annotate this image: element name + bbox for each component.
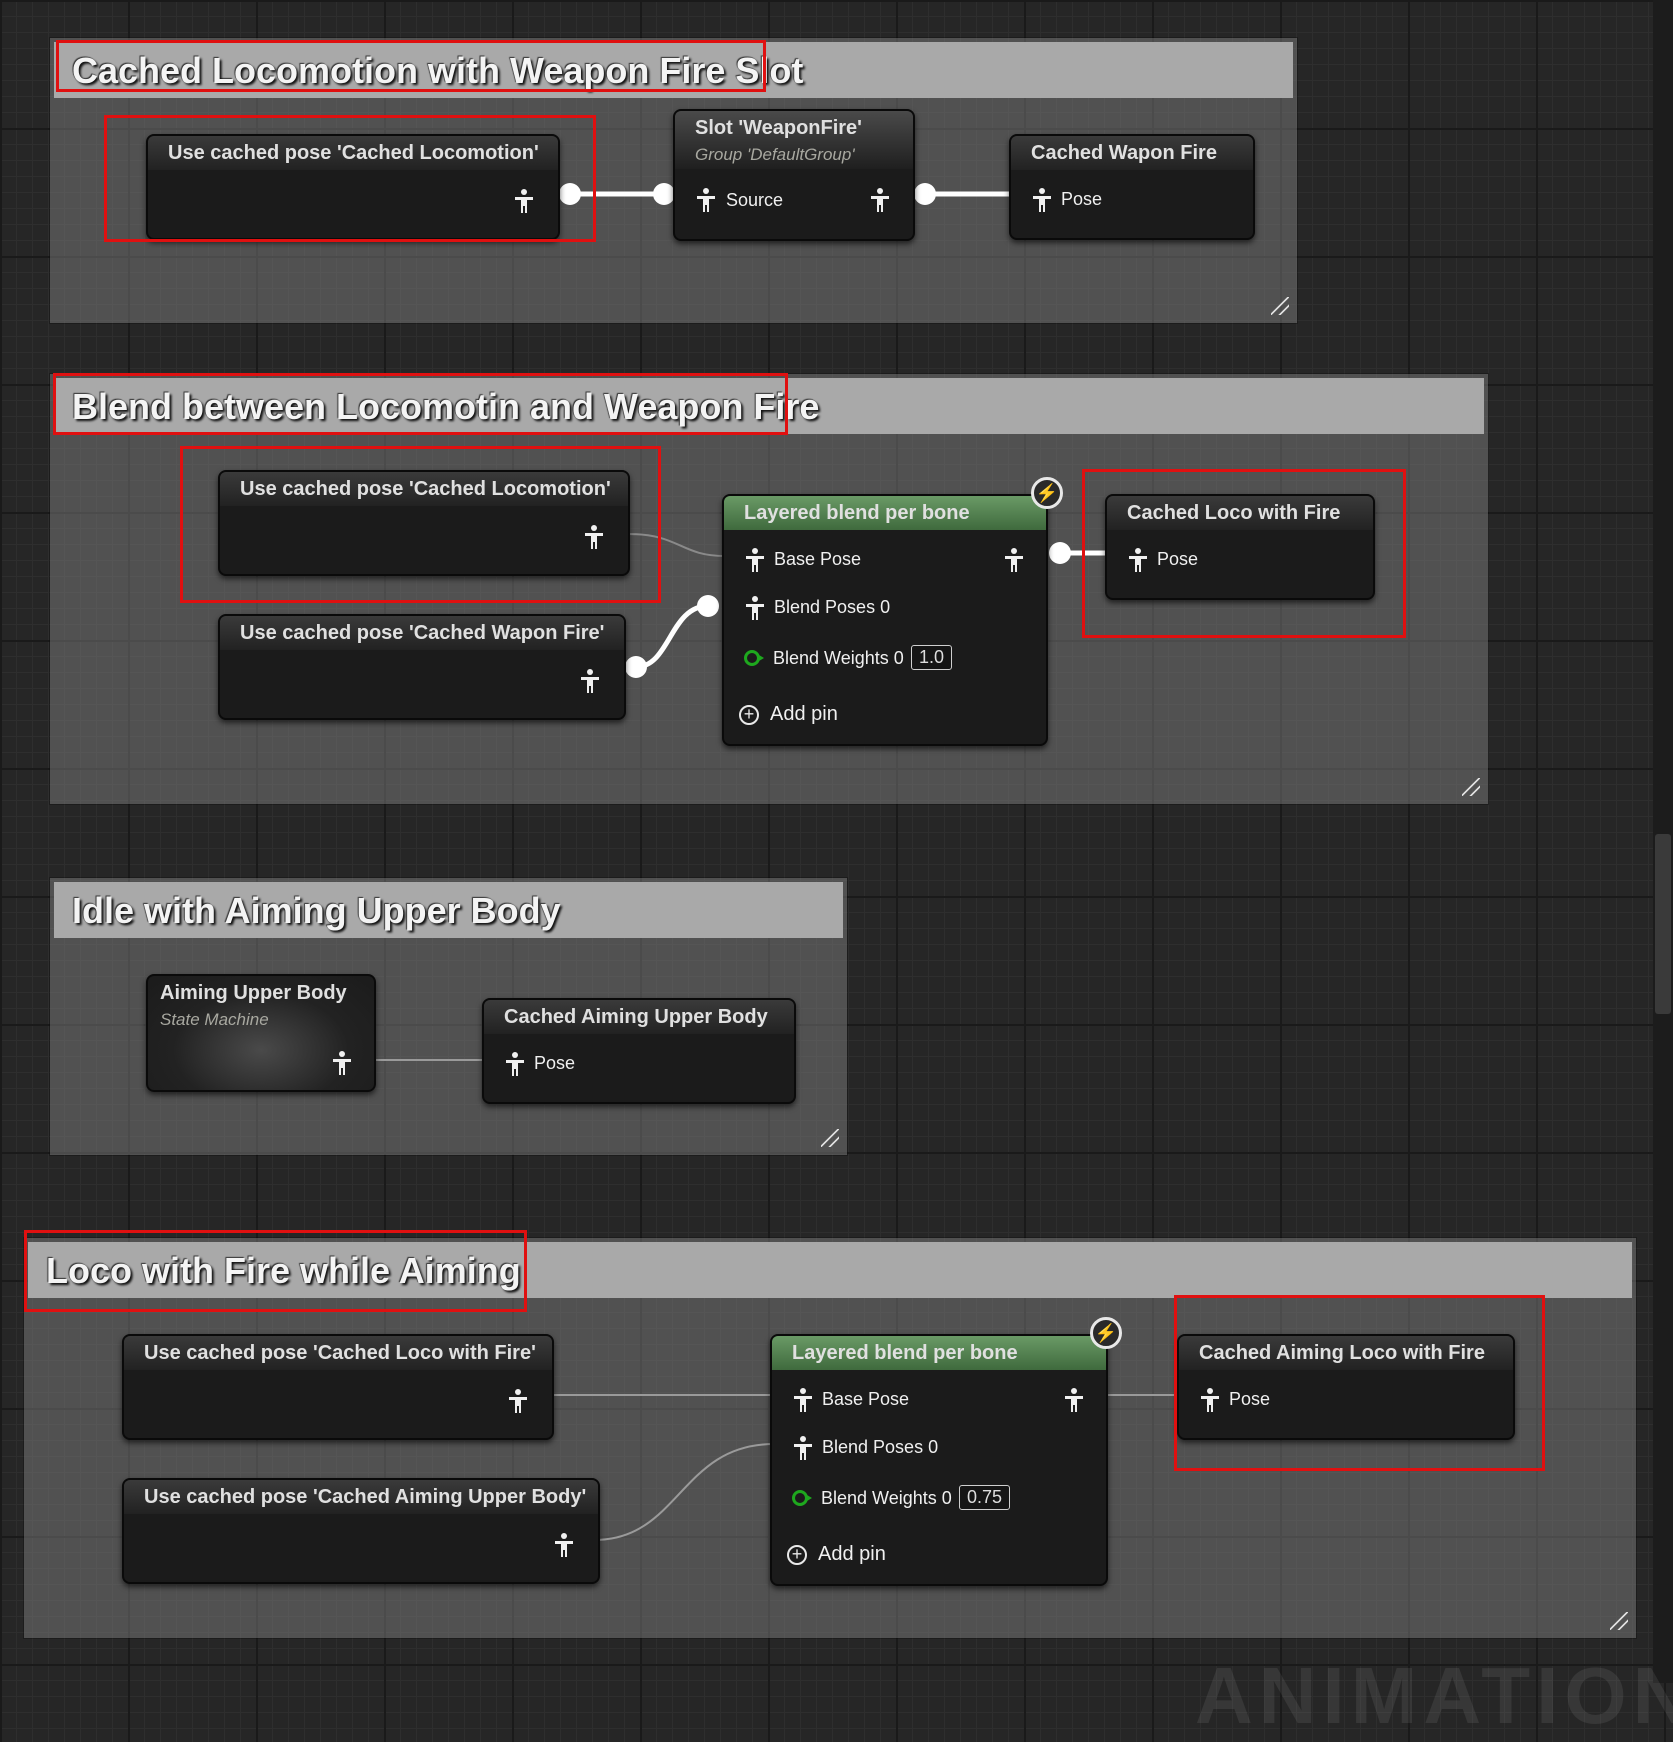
pin-label-base-pose: Base Pose	[774, 549, 862, 569]
node-use-cached-pose-aiming-upper-body[interactable]: Use cached pose 'Cached Aiming Upper Bod…	[122, 1478, 600, 1584]
pin-label-blend-poses: Blend Poses 0	[822, 1437, 939, 1457]
node-title: Slot 'WeaponFire'	[695, 117, 862, 139]
add-pin-icon[interactable]: +	[787, 1545, 807, 1565]
node-cached-aiming-upper-body[interactable]: Cached Aiming Upper Body Pose	[482, 998, 796, 1104]
highlight-comment-title	[56, 40, 766, 92]
node-header[interactable]: Cached Wapon Fire	[1011, 136, 1253, 170]
resize-handle[interactable]	[1271, 297, 1289, 315]
node-slot-weaponfire[interactable]: Slot 'WeaponFire' Group 'DefaultGroup' S…	[673, 109, 915, 241]
pose-input-pin-icon[interactable]	[695, 187, 717, 213]
highlight-comment-title	[24, 1230, 527, 1312]
pose-input-pin-icon[interactable]	[792, 1435, 814, 1461]
highlight-cached-loco-with-fire	[1082, 469, 1406, 638]
node-header[interactable]: Use cached pose 'Cached Loco with Fire'	[124, 1336, 552, 1370]
node-cached-wapon-fire[interactable]: Cached Wapon Fire Pose	[1009, 134, 1255, 240]
pin-label-source: Source	[726, 190, 784, 210]
node-aiming-upper-body-state-machine[interactable]: Aiming Upper Body State Machine	[146, 974, 376, 1092]
pose-output-pin-icon[interactable]	[331, 1050, 353, 1076]
node-title: Use cached pose 'Cached Loco with Fire'	[144, 1342, 536, 1364]
pose-output-pin-icon[interactable]	[1003, 547, 1025, 573]
comment-title: Idle with Aiming Upper Body	[72, 890, 561, 931]
node-header[interactable]: Cached Aiming Upper Body	[484, 1000, 794, 1034]
add-pin-label[interactable]: Add pin	[770, 703, 838, 726]
node-title: Cached Wapon Fire	[1031, 142, 1217, 164]
pose-input-pin-icon[interactable]	[744, 595, 766, 621]
pose-output-pin-icon[interactable]	[507, 1388, 529, 1414]
pose-output-pin-icon[interactable]	[579, 668, 601, 694]
pin-label-blend-weights: Blend Weights 0	[821, 1488, 952, 1508]
float-input-pin-icon[interactable]	[792, 1490, 812, 1506]
node-header[interactable]: Slot 'WeaponFire' Group 'DefaultGroup'	[675, 111, 913, 169]
fast-path-lightning-icon: ⚡	[1031, 477, 1063, 509]
node-use-cached-pose-loco-with-fire[interactable]: Use cached pose 'Cached Loco with Fire'	[122, 1334, 554, 1440]
resize-handle[interactable]	[821, 1129, 839, 1147]
pin-label-base-pose: Base Pose	[822, 1389, 910, 1409]
scrollbar-thumb[interactable]	[1655, 834, 1671, 1014]
pose-input-pin-icon[interactable]	[792, 1387, 814, 1413]
highlight-comment-title	[53, 373, 788, 435]
float-input-pin-icon[interactable]	[744, 650, 764, 666]
node-title: Cached Aiming Upper Body	[504, 1006, 768, 1028]
node-header[interactable]: Use cached pose 'Cached Aiming Upper Bod…	[124, 1480, 598, 1514]
node-title: Aiming Upper Body	[160, 982, 347, 1004]
add-pin-label[interactable]: Add pin	[818, 1543, 886, 1566]
node-subtitle: State Machine	[160, 1010, 269, 1029]
node-title: Use cached pose 'Cached Wapon Fire'	[240, 622, 605, 644]
node-layered-blend-per-bone[interactable]: Layered blend per bone Base Pose Blend P…	[722, 494, 1048, 746]
pin-label-pose: Pose	[534, 1053, 576, 1073]
node-header[interactable]: Use cached pose 'Cached Wapon Fire'	[220, 616, 624, 650]
resize-handle[interactable]	[1610, 1612, 1628, 1630]
node-subtitle: Group 'DefaultGroup'	[695, 145, 855, 164]
node-title: Use cached pose 'Cached Aiming Upper Bod…	[144, 1486, 587, 1508]
pose-output-pin-icon[interactable]	[869, 187, 891, 213]
node-header[interactable]: Layered blend per bone	[772, 1336, 1106, 1370]
blend-weight-input[interactable]: 1.0	[911, 645, 953, 670]
highlight-use-cached-locomotion	[180, 446, 661, 603]
node-header[interactable]: Layered blend per bone	[724, 496, 1046, 530]
fast-path-lightning-icon: ⚡	[1090, 1317, 1122, 1349]
pin-label-blend-poses: Blend Poses 0	[774, 597, 891, 617]
node-title: Layered blend per bone	[792, 1342, 1018, 1364]
highlight-cached-aiming-loco-with-fire	[1174, 1295, 1545, 1471]
pose-output-pin-icon[interactable]	[1063, 1387, 1085, 1413]
graph-watermark: ANIMATION	[1195, 1651, 1673, 1740]
node-layered-blend-per-bone[interactable]: Layered blend per bone Base Pose Blend P…	[770, 1334, 1108, 1586]
comment-header[interactable]: Idle with Aiming Upper Body	[54, 882, 843, 938]
pin-label-blend-weights: Blend Weights 0	[773, 648, 904, 668]
pose-output-pin-icon[interactable]	[553, 1532, 575, 1558]
node-title: Layered blend per bone	[744, 502, 970, 524]
add-pin-icon[interactable]: +	[739, 705, 759, 725]
pose-input-pin-icon[interactable]	[504, 1051, 526, 1077]
resize-handle[interactable]	[1462, 778, 1480, 796]
pose-input-pin-icon[interactable]	[744, 547, 766, 573]
blend-weight-input[interactable]: 0.75	[959, 1485, 1011, 1510]
node-use-cached-pose-wapon-fire[interactable]: Use cached pose 'Cached Wapon Fire'	[218, 614, 626, 720]
highlight-use-cached-locomotion	[104, 115, 596, 242]
pose-input-pin-icon[interactable]	[1031, 187, 1053, 213]
vertical-scrollbar[interactable]	[1653, 0, 1673, 1683]
pin-label-pose: Pose	[1061, 189, 1103, 209]
